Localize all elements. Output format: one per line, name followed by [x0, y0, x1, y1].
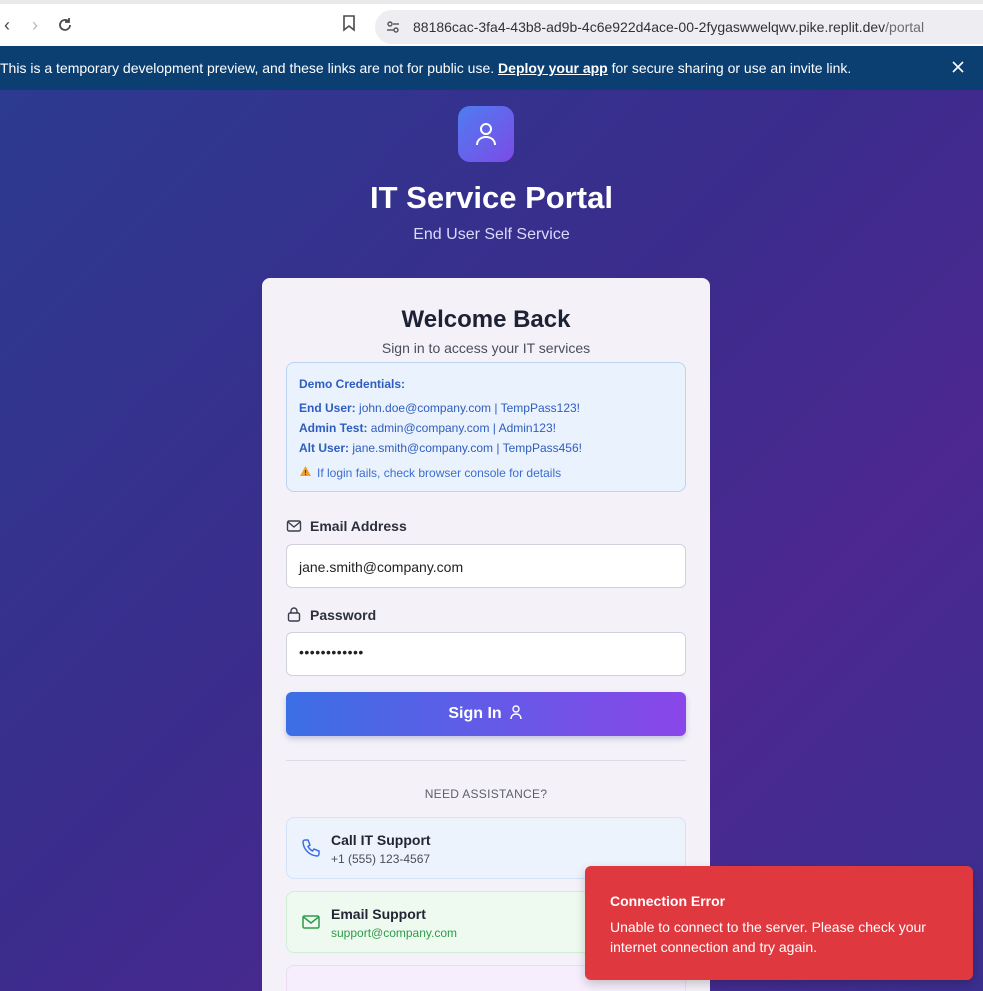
error-toast: Connection Error Unable to connect to th…	[585, 866, 973, 980]
banner-text: This is a temporary development preview,…	[0, 60, 851, 76]
demo-label: End User:	[299, 401, 356, 415]
page-title: IT Service Portal	[370, 180, 613, 215]
card-subtitle: Sign in to access your IT services	[381, 340, 591, 356]
site-settings-icon[interactable]	[385, 19, 401, 35]
divider	[286, 760, 686, 761]
password-value: ••••••••••••	[299, 644, 364, 660]
forward-icon[interactable]: ›	[24, 14, 46, 36]
dev-preview-banner: This is a temporary development preview,…	[0, 46, 983, 90]
email-value: jane.smith@company.com	[299, 559, 464, 575]
email-support-address: support@company.com	[331, 926, 458, 940]
url-text[interactable]: 88186cac-3fa4-43b8-ad9b-4c6e922d4ace-00-…	[413, 19, 924, 35]
email-support-title: Email Support	[331, 906, 426, 922]
login-page: IT Service Portal End User Self Service …	[0, 90, 983, 991]
email-field[interactable]: jane.smith@company.com	[286, 544, 686, 588]
bookmark-icon[interactable]	[341, 14, 363, 36]
user-icon	[509, 705, 522, 720]
deploy-app-link[interactable]: Deploy your app	[498, 60, 608, 76]
mail-icon	[286, 520, 302, 532]
close-icon[interactable]	[949, 58, 967, 76]
demo-value: jane.smith@company.com | TempPass456!	[349, 441, 582, 455]
call-support-title: Call IT Support	[331, 832, 431, 848]
url-host: 88186cac-3fa4-43b8-ad9b-4c6e922d4ace-00-…	[413, 19, 886, 35]
demo-credentials-box: Demo Credentials: End User: john.doe@com…	[286, 362, 686, 492]
demo-value: admin@company.com | Admin123!	[367, 421, 556, 435]
banner-text-after: for secure sharing or use an invite link…	[607, 60, 852, 76]
browser-toolbar: ‹ › 88186cac-3fa4-43b8-ad9b-4c6e922d4ace…	[0, 0, 983, 46]
password-label: Password	[286, 606, 376, 623]
demo-value: john.doe@company.com | TempPass123!	[355, 401, 580, 415]
demo-line: Alt User: jane.smith@company.com | TempP…	[299, 441, 582, 455]
sign-in-label: Sign In	[448, 705, 502, 722]
warning-icon	[299, 465, 313, 480]
assistance-heading: NEED ASSISTANCE?	[424, 787, 548, 801]
banner-text-before: This is a temporary development preview,…	[0, 60, 499, 76]
address-bar[interactable]: 88186cac-3fa4-43b8-ad9b-4c6e922d4ace-00-…	[375, 10, 983, 44]
card-title: Welcome Back	[401, 306, 571, 333]
page-subtitle: End User Self Service	[413, 226, 570, 243]
password-field[interactable]: ••••••••••••	[286, 632, 686, 676]
user-logo-icon	[458, 106, 514, 162]
demo-title: Demo Credentials:	[299, 377, 406, 391]
demo-warning-text: If login fails, check browser console fo…	[317, 466, 562, 480]
mail-icon	[301, 912, 321, 932]
call-support-number: +1 (555) 123-4567	[331, 852, 431, 866]
lock-icon	[287, 607, 301, 622]
demo-warning: If login fails, check browser console fo…	[299, 465, 561, 480]
toast-message: Unable to connect to the server. Please …	[610, 919, 926, 955]
back-icon[interactable]: ‹	[0, 14, 18, 36]
url-path: /portal	[885, 19, 925, 35]
demo-line: Admin Test: admin@company.com | Admin123…	[299, 421, 556, 435]
reload-icon[interactable]	[54, 14, 76, 36]
phone-icon	[301, 838, 321, 858]
sign-in-button[interactable]: Sign In	[286, 692, 686, 736]
email-label: Email Address	[286, 518, 407, 534]
toast-title: Connection Error	[610, 893, 726, 909]
demo-label: Alt User:	[299, 441, 350, 455]
demo-label: Admin Test:	[299, 421, 368, 435]
email-label-text: Email Address	[310, 518, 407, 534]
demo-line: End User: john.doe@company.com | TempPas…	[299, 401, 580, 415]
password-label-text: Password	[310, 607, 377, 623]
